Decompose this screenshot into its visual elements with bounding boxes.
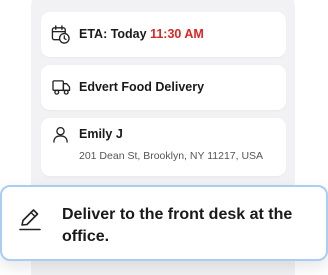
eta-label: ETA: Today xyxy=(79,27,147,41)
customer-card: Emily J 201 Dean St, Brooklyn, NY 11217,… xyxy=(41,118,286,176)
company-card: Edvert Food Delivery xyxy=(41,65,286,110)
calendar-clock-icon xyxy=(51,25,70,44)
customer-name: Emily J xyxy=(79,127,123,141)
delivery-note[interactable]: Deliver to the front desk at the office. xyxy=(0,185,328,261)
delivery-note-text: Deliver to the front desk at the office. xyxy=(62,206,293,245)
edit-pencil-icon xyxy=(19,209,41,231)
person-icon xyxy=(53,126,68,143)
eta-time: 11:30 AM xyxy=(150,27,204,41)
delivery-details-screen: ETA: Today 11:30 AM Edvert Food Delivery… xyxy=(0,0,328,275)
company-name: Edvert Food Delivery xyxy=(79,80,205,94)
truck-icon xyxy=(52,80,71,95)
eta-card: ETA: Today 11:30 AM xyxy=(41,12,286,57)
customer-address: 201 Dean St, Brooklyn, NY 11217, USA xyxy=(79,150,264,162)
eta-text: ETA: Today 11:30 AM xyxy=(79,27,204,41)
